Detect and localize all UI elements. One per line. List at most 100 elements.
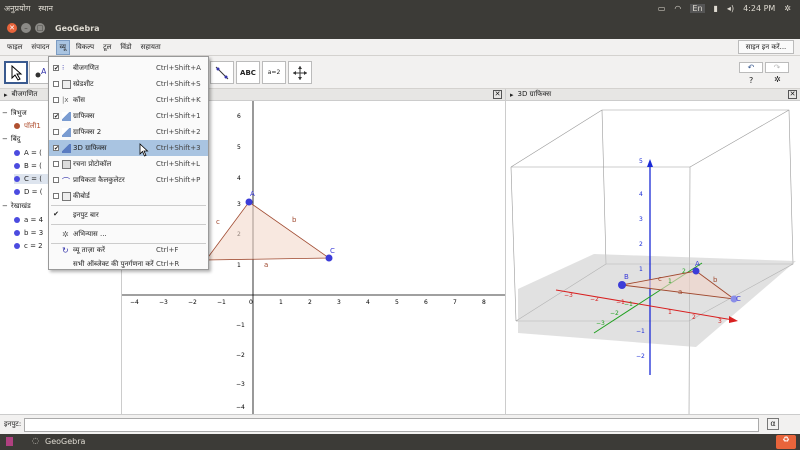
view-menu-item-cas[interactable]: |x कॉस Ctrl+Shift+K: [49, 92, 208, 108]
input-bar-label: इनपुट:: [4, 420, 22, 428]
view-menu-item-graphics[interactable]: ✔ ग्राफिक्स Ctrl+Shift+1: [49, 108, 208, 124]
x-tick-label: 5: [395, 299, 399, 306]
x-tick-label: 1: [279, 299, 283, 306]
view-menu-item-spreadsheet[interactable]: स्प्रेडशीट Ctrl+Shift+S: [49, 76, 208, 92]
menu-file[interactable]: फाइल: [4, 41, 25, 54]
sign-in-button[interactable]: साइन इन करें...: [738, 40, 794, 54]
x-tick-label: −2: [188, 299, 197, 306]
algebra-item-text: A = (: [24, 149, 42, 157]
close-window-button[interactable]: ✕: [7, 23, 17, 33]
x-tick-label: −4: [130, 299, 139, 306]
algebra-group-segments[interactable]: − रेखाखंड: [2, 201, 31, 211]
algebra-item-text: a = 4: [24, 216, 44, 224]
algebra-item-text: c = 2: [24, 242, 43, 250]
3d-view-title: 3D ग्राफिक्स: [517, 90, 552, 98]
slider-tool-button[interactable]: a=2: [262, 61, 286, 84]
text-tool-button[interactable]: ABC: [236, 61, 260, 84]
view-menu-item-graphics-2[interactable]: ग्राफिक्स 2 Ctrl+Shift+2: [49, 124, 208, 140]
slider-tool-label: a=2: [267, 69, 281, 76]
x-tick-label: 4: [366, 299, 370, 306]
alpha-keyboard-icon[interactable]: α: [767, 418, 779, 430]
clock[interactable]: 4:24 PM: [743, 4, 775, 13]
settings-gear-icon[interactable]: ✲: [784, 4, 791, 13]
visibility-toggle-icon[interactable]: [14, 189, 20, 195]
visibility-toggle-icon[interactable]: [14, 123, 20, 129]
menu-window[interactable]: विंडो: [117, 41, 134, 54]
menu-item-label: सभी ऑब्जेक्ट की पुनर्गणना करें: [73, 259, 154, 268]
3d-canvas[interactable]: 5 4 3 2 1 −1 −2 −3 −2 −1 1 2 3 −3 −2 −1 …: [506, 101, 800, 414]
applications-menu[interactable]: अनुप्रयोग: [4, 3, 30, 14]
view-menu-item-keyboard[interactable]: कीबोर्ड: [49, 188, 208, 204]
visibility-toggle-icon[interactable]: [14, 176, 20, 182]
z-tick-label: 1: [639, 266, 643, 273]
checkbox-icon: [53, 97, 59, 103]
view-menu-item-recompute-all[interactable]: सभी ऑब्जेक्ट की पुनर्गणना करें Ctrl+R: [49, 256, 208, 272]
algebra-item[interactable]: a = 4: [14, 215, 43, 225]
view-menu-item-layout[interactable]: ✲ अभिन्यास ...: [49, 226, 208, 242]
menu-item-label: स्प्रेडशीट: [73, 79, 94, 88]
collapse-triangle-icon[interactable]: ▸: [4, 91, 8, 99]
gear-icon[interactable]: ✲: [774, 75, 781, 84]
algebra-item[interactable]: b = 3: [14, 228, 43, 238]
workspace-icon[interactable]: [6, 437, 13, 446]
menu-item-shortcut: Ctrl+Shift+A: [156, 64, 201, 72]
taskbar-app-button[interactable]: GeoGebra: [45, 437, 85, 446]
collapse-triangle-icon[interactable]: ▸: [510, 91, 514, 99]
visibility-toggle-icon[interactable]: [14, 217, 20, 223]
battery-icon[interactable]: ▮: [714, 4, 718, 13]
places-menu[interactable]: स्थान: [38, 3, 53, 14]
algebra-item-text: पॉली1: [24, 121, 41, 130]
input-field[interactable]: [24, 418, 759, 432]
algebra-item[interactable]: D = (: [14, 187, 42, 197]
menu-options[interactable]: विकल्प: [73, 41, 97, 54]
menu-view[interactable]: व्यू: [55, 39, 70, 55]
system-top-bar: अनुप्रयोग स्थान ▭ ◠ En ▮ ◂) 4:24 PM ✲: [0, 0, 800, 17]
view-menu-item-input-bar[interactable]: ✔ इनपुट बार: [49, 207, 208, 223]
algebra-item[interactable]: c = 2: [14, 241, 43, 251]
line-tool-button[interactable]: [210, 61, 234, 84]
close-view-icon[interactable]: ✕: [493, 90, 502, 99]
volume-icon[interactable]: ◂): [727, 4, 734, 13]
menu-tools[interactable]: टूल: [100, 41, 114, 54]
view-menu-item-3d-graphics[interactable]: ✔ 3D ग्राफिक्स Ctrl+Shift+3: [49, 140, 208, 156]
visibility-toggle-icon[interactable]: [14, 163, 20, 169]
notes-icon[interactable]: ▭: [658, 4, 666, 13]
point-tool-button[interactable]: A: [29, 61, 49, 84]
visibility-toggle-icon[interactable]: [14, 150, 20, 156]
menu-help[interactable]: सहायता: [138, 41, 164, 54]
probability-curve-icon: ⌒: [62, 176, 70, 186]
move-view-tool-button[interactable]: [288, 61, 312, 84]
algebra-item[interactable]: A = (: [14, 148, 42, 158]
wifi-icon[interactable]: ◠: [674, 4, 681, 13]
menu-item-shortcut: Ctrl+Shift+2: [156, 128, 201, 136]
point-a: [245, 198, 253, 206]
close-view-icon[interactable]: ✕: [788, 90, 797, 99]
3d-graphics-view[interactable]: ▸ 3D ग्राफिक्स ✕ 5 4 3 2 1 −1 −2 −3 −2 −…: [506, 89, 800, 414]
algebra-item[interactable]: पॉली1: [14, 121, 41, 131]
minimize-window-button[interactable]: –: [21, 23, 31, 33]
menu-item-shortcut: Ctrl+R: [156, 260, 180, 268]
segment-label-3d: a: [678, 288, 682, 296]
algebra-group-label: त्रिभुज: [10, 108, 27, 117]
keyboard-layout-indicator[interactable]: En: [690, 4, 705, 13]
trash-icon[interactable]: ♻: [776, 435, 796, 449]
view-menu-item-algebra[interactable]: ✔ ⁝ बीजगणित Ctrl+Shift+A: [49, 60, 208, 76]
algebra-group-label: रेखाखंड: [10, 201, 31, 210]
maximize-window-button[interactable]: □: [35, 23, 45, 33]
redo-button[interactable]: ↷: [765, 62, 789, 73]
view-menu-item-construction-protocol[interactable]: रचना प्रोटोकॉल Ctrl+Shift+L: [49, 156, 208, 172]
algebra-group-points[interactable]: − बिंदु: [2, 134, 20, 144]
undo-button[interactable]: ↶: [739, 62, 763, 73]
visibility-toggle-icon[interactable]: [14, 243, 20, 249]
algebra-item[interactable]: B = (: [14, 161, 42, 171]
mouse-cursor-icon: [139, 143, 149, 157]
menu-item-label: कॉस: [73, 95, 85, 104]
xy-plane: [518, 254, 796, 347]
algebra-group-triangle[interactable]: − त्रिभुज: [2, 108, 27, 118]
menu-edit[interactable]: संपादन: [28, 41, 52, 54]
view-menu-item-probability-calculator[interactable]: ⌒ प्रायिकता कैलकुलेटर Ctrl+Shift+P: [49, 172, 208, 188]
move-tool-button[interactable]: [4, 61, 28, 84]
help-icon[interactable]: ?: [749, 76, 753, 85]
checkbox-icon: [53, 161, 59, 167]
visibility-toggle-icon[interactable]: [14, 230, 20, 236]
